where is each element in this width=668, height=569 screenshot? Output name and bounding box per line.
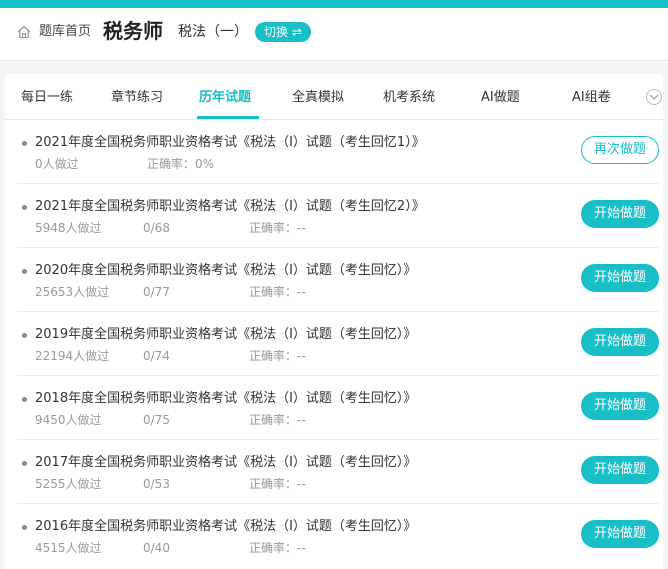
exam-title[interactable]: 2019年度全国税务师职业资格考试《税法（Ⅰ）试题（考生回忆）》 [35, 326, 416, 344]
accuracy: 正确率：-- [249, 285, 306, 299]
exam-row: 2021年度全国税务师职业资格考试《税法（Ⅰ）试题（考生回忆2）》 5948人做… [17, 184, 659, 248]
done-count: 5255人做过 [35, 477, 102, 491]
exam-row: 2016年度全国税务师职业资格考试《税法（Ⅰ）试题（考生回忆）》 4515人做过… [17, 504, 659, 567]
bullet-dot [22, 269, 27, 274]
main-panel: 每日一练 章节练习 历年试题 全真模拟 机考系统 AI做题 AI组卷 2021年… [5, 74, 663, 569]
progress: 0/68 [143, 221, 170, 235]
tab-past-exams[interactable]: 历年试题 [199, 89, 251, 107]
exam-title[interactable]: 2017年度全国税务师职业资格考试《税法（Ⅰ）试题（考生回忆）》 [35, 454, 416, 472]
accuracy: 正确率：0% [147, 157, 215, 171]
bullet-dot [22, 461, 27, 466]
start-button[interactable]: 开始做题 [581, 520, 659, 548]
accuracy: 正确率：-- [249, 349, 306, 363]
exam-title[interactable]: 2018年度全国税务师职业资格考试《税法（Ⅰ）试题（考生回忆）》 [35, 390, 416, 408]
progress: 0/77 [143, 285, 170, 299]
accuracy: 正确率：-- [249, 413, 306, 427]
start-button[interactable]: 开始做题 [581, 328, 659, 356]
bullet-dot [22, 333, 27, 338]
exam-row: 2019年度全国税务师职业资格考试《税法（Ⅰ）试题（考生回忆）》 22194人做… [17, 312, 659, 376]
done-count: 0人做过 [35, 157, 79, 171]
tab-chapter-practice[interactable]: 章节练习 [111, 89, 163, 107]
tab-ai-practice[interactable]: AI做题 [481, 89, 520, 107]
home-link[interactable]: 题库首页 [39, 24, 91, 40]
bullet-dot [22, 525, 27, 530]
start-button[interactable]: 开始做题 [581, 200, 659, 228]
home-icon[interactable] [17, 24, 31, 39]
progress: 0/75 [143, 413, 170, 427]
top-accent-band [0, 0, 668, 8]
accuracy: 正确率：-- [249, 477, 306, 491]
accuracy: 正确率：-- [249, 541, 306, 555]
progress: 0/53 [143, 477, 170, 491]
exam-row: 2018年度全国税务师职业资格考试《税法（Ⅰ）试题（考生回忆）》 9450人做过… [17, 376, 659, 440]
active-tab-indicator [197, 116, 259, 119]
exam-title[interactable]: 2021年度全国税务师职业资格考试《税法（Ⅰ）试题（考生回忆2）》 [35, 198, 425, 216]
tab-mock-exam[interactable]: 全真模拟 [292, 89, 344, 107]
tab-computer-exam[interactable]: 机考系统 [383, 89, 435, 107]
done-count: 9450人做过 [35, 413, 102, 427]
done-count: 22194人做过 [35, 349, 110, 363]
tab-bar: 每日一练 章节练习 历年试题 全真模拟 机考系统 AI做题 AI组卷 [5, 74, 663, 120]
start-button[interactable]: 开始做题 [581, 392, 659, 420]
exam-row: 2020年度全国税务师职业资格考试《税法（Ⅰ）试题（考生回忆）》 25653人做… [17, 248, 659, 312]
tab-ai-paper[interactable]: AI组卷 [572, 89, 611, 107]
chevron-down-icon[interactable] [646, 89, 662, 105]
exam-title[interactable]: 2020年度全国税务师职业资格考试《税法（Ⅰ）试题（考生回忆）》 [35, 262, 416, 280]
redo-button[interactable]: 再次做题 [581, 136, 659, 164]
subject-label: 税法（一） [178, 24, 248, 40]
bullet-dot [22, 397, 27, 402]
header-bar: 题库首页 税务师 税法（一） 切换 ⇌ [0, 8, 668, 61]
exam-row: 2017年度全国税务师职业资格考试《税法（Ⅰ）试题（考生回忆）》 5255人做过… [17, 440, 659, 504]
accuracy: 正确率：-- [249, 221, 306, 235]
exam-row: 2021年度全国税务师职业资格考试《税法（Ⅰ）试题（考生回忆1）》 0人做过 正… [17, 120, 659, 184]
start-button[interactable]: 开始做题 [581, 456, 659, 484]
progress: 0/74 [143, 349, 170, 363]
done-count: 5948人做过 [35, 221, 102, 235]
exam-title[interactable]: 2021年度全国税务师职业资格考试《税法（Ⅰ）试题（考生回忆1）》 [35, 134, 425, 152]
progress: 0/40 [143, 541, 170, 555]
switch-button[interactable]: 切换 ⇌ [255, 22, 311, 42]
page-title: 税务师 [103, 19, 163, 43]
done-count: 25653人做过 [35, 285, 110, 299]
tab-daily-practice[interactable]: 每日一练 [21, 89, 73, 107]
exam-title[interactable]: 2016年度全国税务师职业资格考试《税法（Ⅰ）试题（考生回忆）》 [35, 518, 416, 536]
start-button[interactable]: 开始做题 [581, 264, 659, 292]
bullet-dot [22, 205, 27, 210]
bullet-dot [22, 141, 27, 146]
done-count: 4515人做过 [35, 541, 102, 555]
